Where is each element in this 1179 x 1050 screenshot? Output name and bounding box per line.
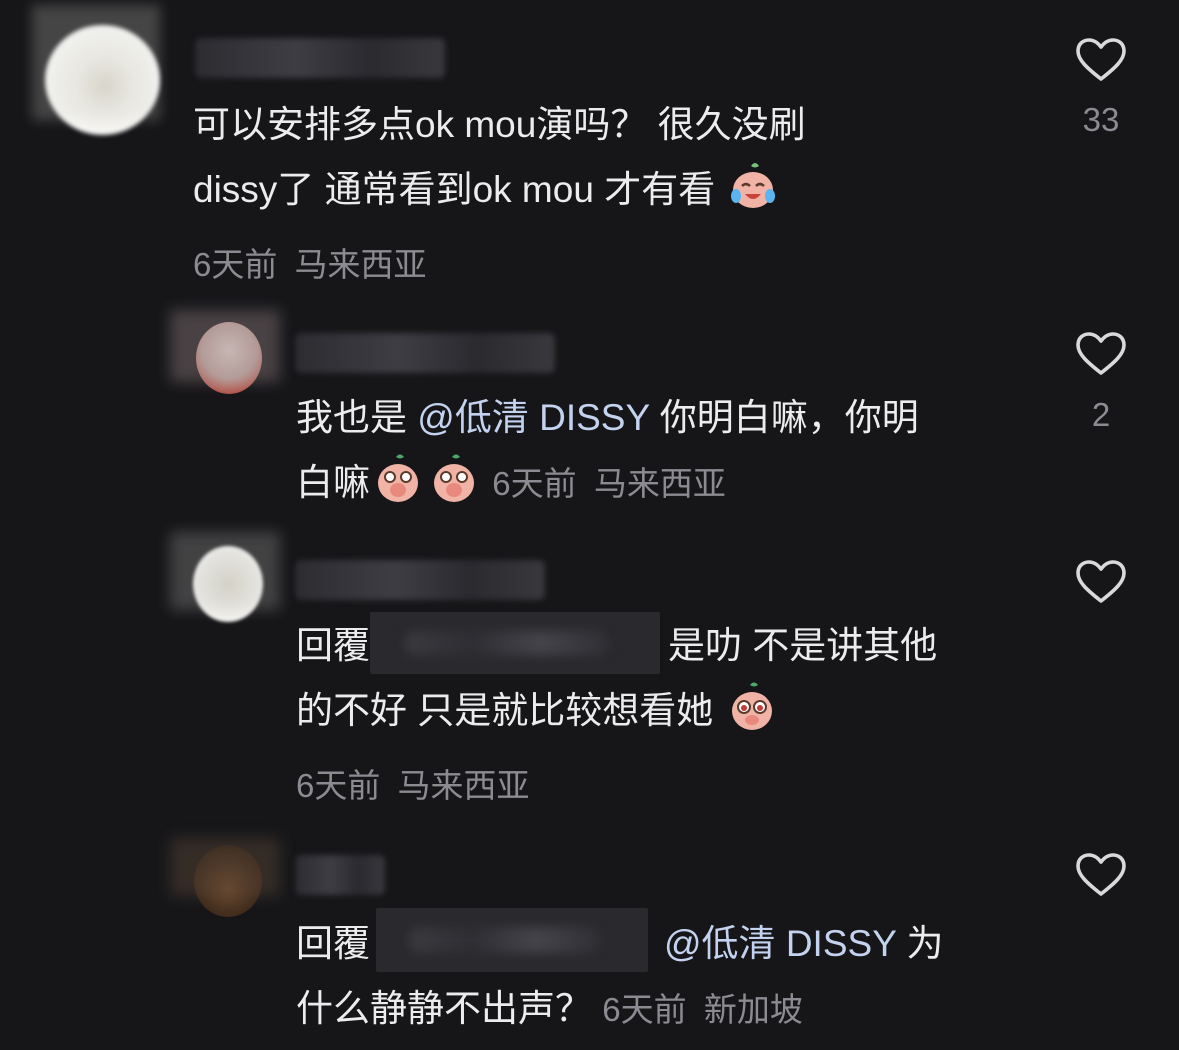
like-count: 33 [1082,101,1120,138]
location: 马来西亚 [397,767,530,804]
username[interactable] [295,560,545,600]
like-button[interactable] [1075,331,1127,377]
like-button[interactable] [1075,852,1127,898]
avatar-blur-mask [32,5,160,120]
comment-meta: 6天前 马来西亚 [296,759,530,807]
crying-laughing-sticker-icon [727,160,779,212]
heart-icon [1076,38,1126,81]
mention-link[interactable]: @低清 DISSY [664,923,896,964]
comment-text: 回覆 是叻 不是讲其他 的不好 只是就比较想看她 [296,612,1036,743]
location: 马来西亚 [294,246,427,283]
like-button[interactable] [1075,37,1127,83]
comment-text: 回覆 @低清 DISSY 为 什么静静不出声？ 6天前 新加坡 [296,908,1056,1042]
comment-text: 我也是 @低清 DISSY 你明白嘛，你明 白嘛 6天前 马来西亚 [296,397,919,505]
username[interactable] [295,855,385,895]
timestamp: 6天前 [492,465,577,502]
heart-icon [1076,332,1126,375]
comment-meta: 6天前 马来西亚 [193,238,427,286]
avatar-blur-mask [170,838,280,896]
username[interactable] [295,333,555,373]
covering-mouth-sticker-icon [372,453,424,505]
heart-icon [1076,560,1126,603]
comment-text: 可以安排多点ok mou演吗？ 很久没刷 dissy了 通常看到ok mou 才… [193,104,806,212]
username[interactable] [195,38,445,78]
avatar-blur-mask [170,532,280,610]
timestamp: 6天前 [296,767,381,804]
location: 新加坡 [703,991,803,1028]
location: 马来西亚 [593,465,726,502]
heart-icon [1076,853,1126,896]
timestamp: 6天前 [193,246,278,283]
avatar-blur-mask [170,310,280,382]
pleading-sticker-icon [726,681,778,733]
mention-link[interactable]: @低清 DISSY [417,397,649,438]
covering-mouth-sticker-icon [428,453,480,505]
timestamp: 6天前 [602,991,687,1028]
mentioned-user-redacted[interactable] [370,612,660,674]
like-count: 2 [1091,396,1111,433]
mentioned-user-redacted[interactable] [376,908,648,972]
like-button[interactable] [1075,559,1127,605]
